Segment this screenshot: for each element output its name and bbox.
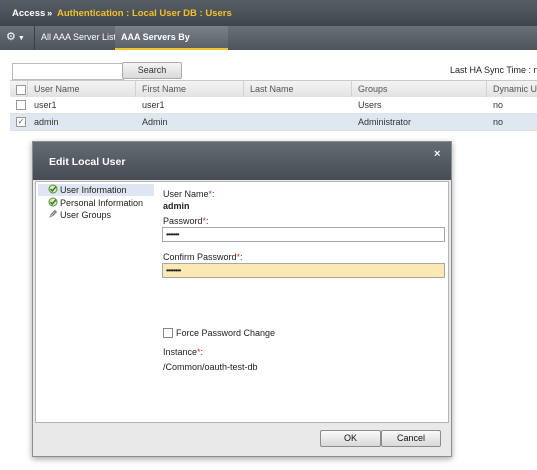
column-header-first-name[interactable]: First Name [135, 81, 242, 98]
gear-icon: ⚙ [6, 31, 16, 43]
password-field[interactable]: ••••••• [162, 227, 445, 242]
label-text: Password [163, 216, 203, 226]
breadcrumb: Access » Authentication : Local User DB … [0, 0, 537, 27]
label-text: User Name [163, 189, 209, 199]
confirm-password-label: Confirm Password*: [163, 252, 243, 262]
cell-user-name[interactable]: user1 [34, 97, 57, 113]
dialog-nav: User Information Personal Information Us… [35, 181, 157, 423]
label-colon: : [240, 252, 243, 262]
cell-first-name: Admin [142, 117, 168, 127]
check-icon [48, 184, 58, 194]
confirm-password-field[interactable]: •••••••• [162, 263, 445, 278]
nav-item-personal-information[interactable]: Personal Information [38, 197, 154, 209]
label-text: Confirm Password [163, 252, 237, 262]
cell-first-name: user1 [142, 100, 165, 110]
close-icon[interactable]: × [434, 148, 440, 160]
dialog-header: Edit Local User × [33, 142, 451, 180]
cell-groups: Administrator [358, 117, 412, 127]
search-button[interactable]: Search [122, 62, 182, 79]
cell-user-name[interactable]: admin [34, 114, 59, 130]
username-label: User Name*: [163, 189, 215, 199]
label-colon: : [200, 347, 204, 357]
cell-dynamic: no [493, 117, 504, 127]
dialog-title: Edit Local User [49, 156, 126, 168]
instance-value: /Common/oauth-test-db [163, 362, 258, 372]
column-header-last-name[interactable]: Last Name [243, 81, 350, 98]
label-text: Instance [163, 347, 198, 357]
nav-item-user-groups[interactable]: User Groups [38, 209, 154, 221]
breadcrumb-path: Authentication : Local User DB : Users [57, 8, 232, 19]
tab-bar: ⚙ ▼ All AAA Server List AAA Servers By Ty… [0, 26, 537, 64]
column-header-user-name[interactable]: User Name [27, 81, 134, 98]
edit-user-dialog: Edit Local User × User Information Perso… [32, 141, 452, 457]
check-icon [48, 197, 58, 207]
tab-all-aaa-server-list[interactable]: All AAA Server List [34, 26, 127, 50]
row-checkbox[interactable] [16, 100, 26, 110]
dialog-footer: OK Cancel [33, 423, 451, 455]
nav-item-label: User Groups [60, 210, 112, 220]
cell-groups: Users [358, 100, 382, 110]
tab-label: AAA Servers By Type [121, 32, 190, 64]
force-password-change-label: Force Password Change [176, 328, 276, 338]
row-checkbox[interactable]: ✓ [16, 117, 26, 127]
cancel-button[interactable]: Cancel [381, 430, 441, 447]
chevron-down-icon: ▼ [17, 35, 25, 42]
label-colon: : [212, 189, 215, 199]
label-colon: : [206, 216, 209, 226]
instance-label: Instance*: [163, 347, 203, 357]
tab-aaa-servers-by-type[interactable]: AAA Servers By Type ▼ [115, 26, 228, 64]
table-row[interactable]: user1 user1 Users no [10, 97, 537, 114]
nav-item-label: Personal Information [60, 198, 144, 208]
pencil-icon [49, 210, 57, 218]
ha-sync-status: Last HA Sync Time : no [450, 65, 537, 75]
select-all-checkbox[interactable] [16, 85, 26, 95]
column-header-groups[interactable]: Groups [351, 81, 486, 98]
breadcrumb-separator: » [47, 8, 53, 19]
force-password-change-checkbox[interactable] [163, 328, 173, 338]
nav-item-label: User Information [60, 185, 127, 195]
search-input[interactable] [12, 63, 124, 80]
table-row[interactable]: ✓ admin Admin Administrator no [10, 114, 537, 131]
username-value: admin [163, 201, 190, 211]
column-header-dynamic[interactable]: Dynamic Us [486, 81, 537, 98]
breadcrumb-root[interactable]: Access [12, 8, 45, 19]
cell-dynamic: no [493, 100, 504, 110]
password-label: Password*: [163, 216, 209, 226]
nav-item-user-information[interactable]: User Information [38, 184, 154, 196]
ok-button[interactable]: OK [320, 430, 381, 447]
dialog-form: User Name*: admin Password*: ••••••• Con… [156, 181, 449, 423]
gear-menu-button[interactable]: ⚙ ▼ [6, 30, 30, 46]
